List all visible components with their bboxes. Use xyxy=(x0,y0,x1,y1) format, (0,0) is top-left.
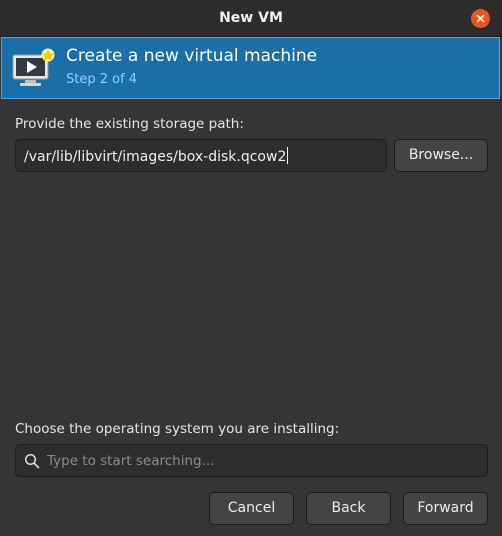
cancel-button[interactable]: Cancel xyxy=(209,492,294,525)
wizard-header: Create a new virtual machine Step 2 of 4 xyxy=(1,37,500,99)
search-placeholder: Type to start searching... xyxy=(47,453,215,469)
wizard-step: Step 2 of 4 xyxy=(66,72,138,87)
close-icon xyxy=(476,14,485,23)
new-vm-monitor-icon xyxy=(12,48,55,86)
storage-path-value: /var/lib/libvirt/images/box-disk.qcow2 xyxy=(24,149,287,165)
new-vm-window: New VM Create a new virtual machine Step… xyxy=(0,0,502,536)
wizard-title: Create a new virtual machine xyxy=(66,46,318,66)
text-caret xyxy=(287,147,289,164)
os-label: Choose the operating system you are inst… xyxy=(15,421,340,437)
titlebar[interactable]: New VM xyxy=(0,0,502,37)
search-icon xyxy=(24,453,40,469)
back-button[interactable]: Back xyxy=(306,492,391,525)
storage-path-input[interactable]: /var/lib/libvirt/images/box-disk.qcow2 xyxy=(15,139,387,172)
storage-path-label: Provide the existing storage path: xyxy=(15,116,244,132)
window-title: New VM xyxy=(219,10,283,26)
browse-button[interactable]: Browse... xyxy=(394,139,488,172)
os-search-input[interactable]: Type to start searching... xyxy=(15,444,488,477)
close-button[interactable] xyxy=(471,9,490,28)
forward-button[interactable]: Forward xyxy=(403,492,488,525)
